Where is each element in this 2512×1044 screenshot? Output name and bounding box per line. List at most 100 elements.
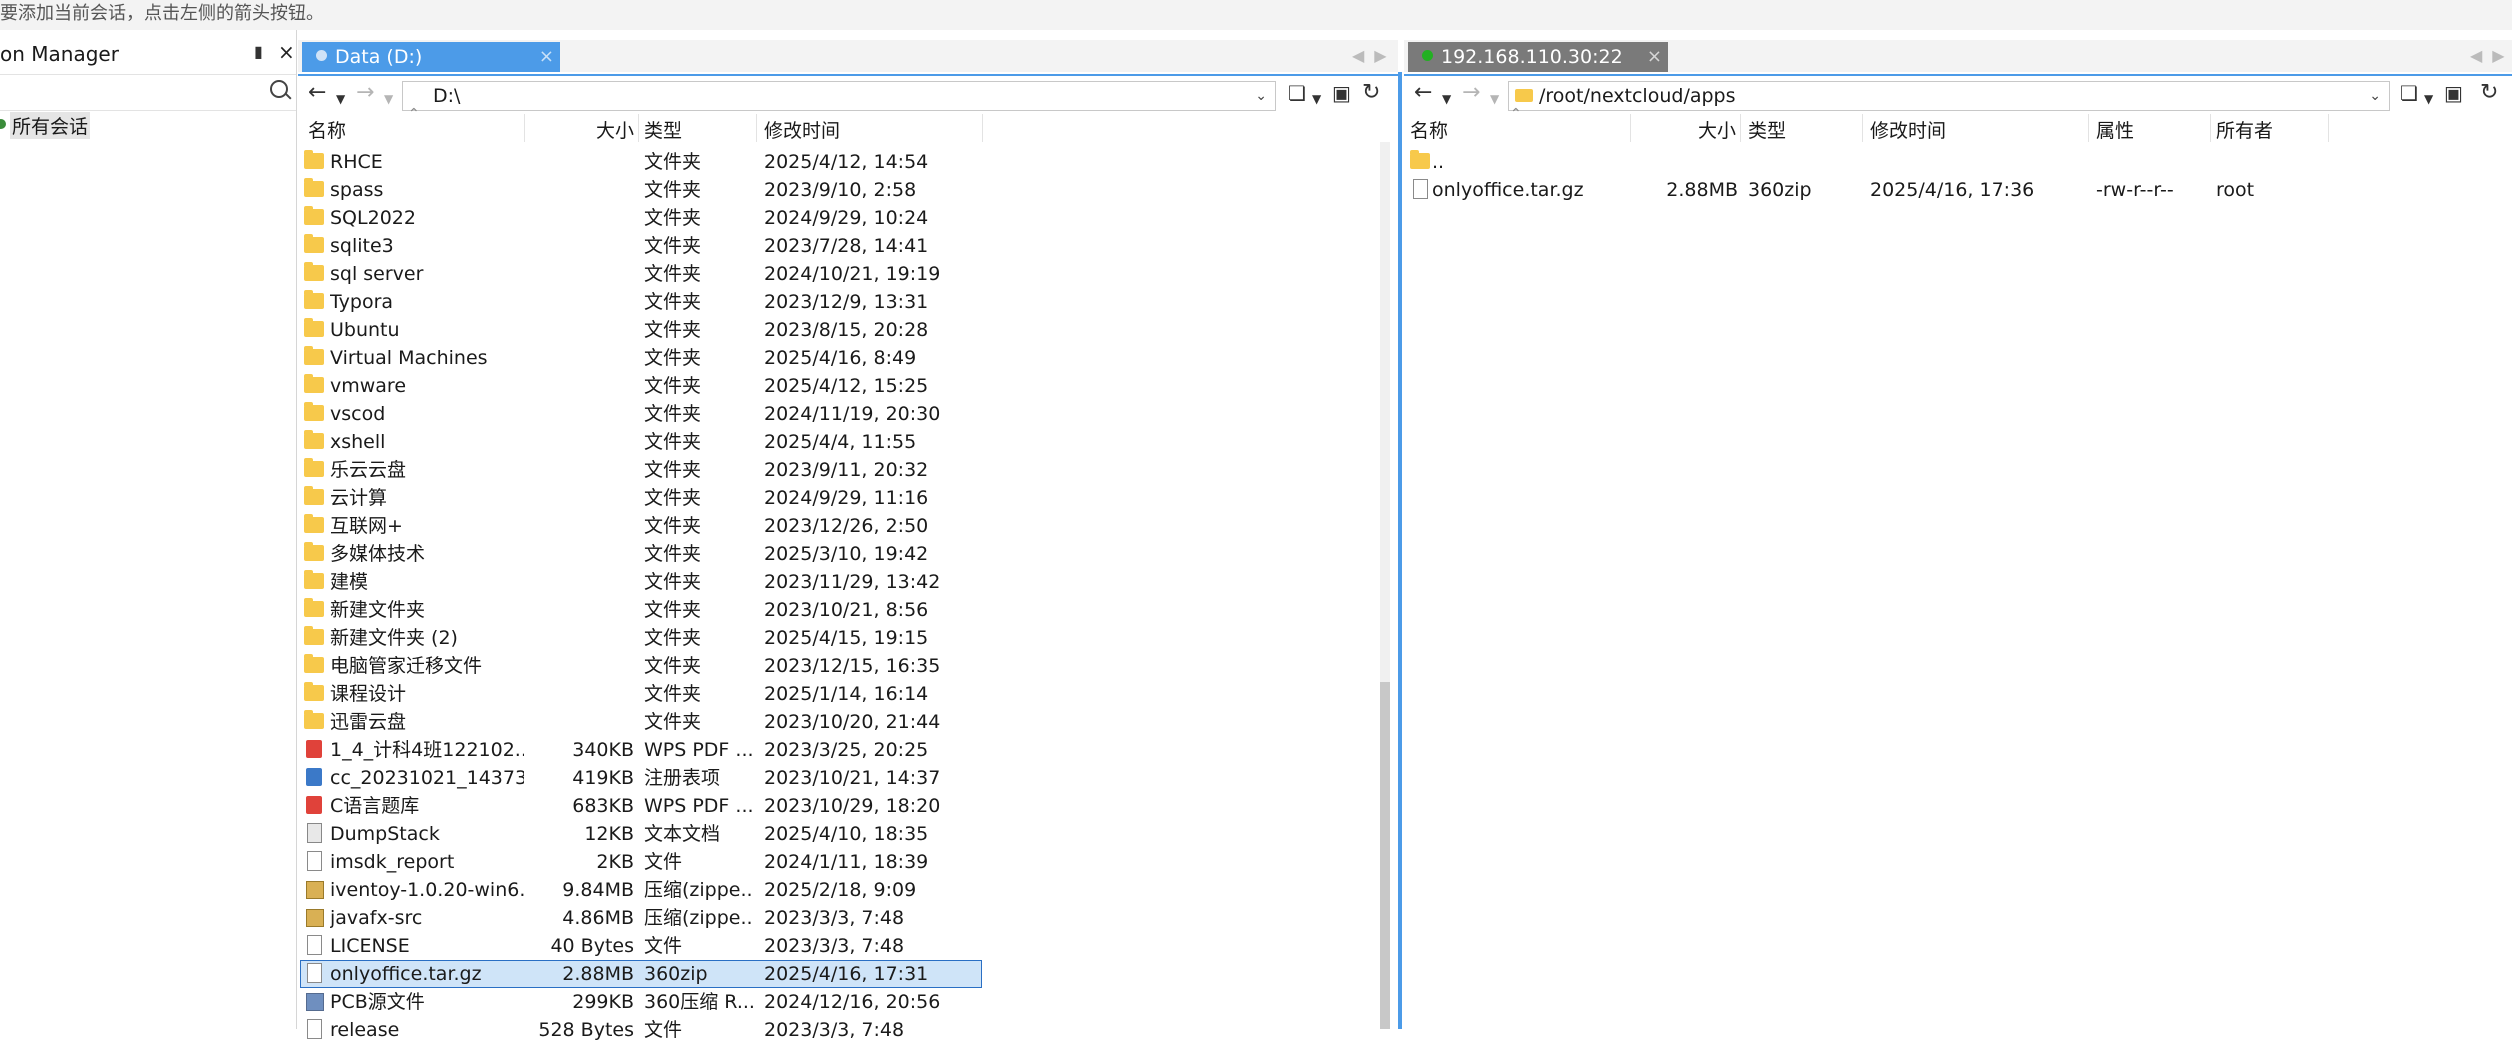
tab-close-icon[interactable]: × [1647, 42, 1662, 72]
new-folder-icon[interactable]: ▣ [2444, 80, 2463, 106]
col-separator[interactable] [2328, 114, 2329, 142]
back-history-dropdown-icon[interactable]: ▼ [1442, 86, 1451, 112]
file-row[interactable]: Ubuntu 文件夹 2023/8/15, 20:28 [298, 316, 1398, 344]
path-dropdown-icon[interactable]: ⌄ [1255, 82, 1267, 110]
forward-arrow-icon[interactable]: → [356, 80, 374, 106]
file-row[interactable]: 课程设计 文件夹 2025/1/14, 16:14 [298, 680, 1398, 708]
file-row[interactable]: Virtual Machines 文件夹 2025/4/16, 8:49 [298, 344, 1398, 372]
col-size[interactable]: 大小 [596, 116, 634, 143]
zip-icon [306, 881, 324, 899]
file-type: 文件 [644, 935, 683, 957]
file-row[interactable]: LICENSE 40 Bytes 文件 2023/3/3, 7:48 [298, 932, 1398, 960]
file-row[interactable]: vmware 文件夹 2025/4/12, 15:25 [298, 372, 1398, 400]
file-modified: 2023/8/15, 20:28 [764, 319, 929, 341]
file-row[interactable]: onlyoffice.tar.gz 2.88MB 360zip 2025/4/16, … [298, 960, 1398, 988]
file-row[interactable]: iventoy-1.0.20-win6... 9.84MB 压缩(zippe... 2… [298, 876, 1398, 904]
file-row[interactable]: .. [1404, 148, 2512, 176]
col-type[interactable]: 类型 [644, 116, 682, 143]
session-search-row[interactable] [0, 76, 296, 111]
local-scroll-thumb[interactable] [1380, 682, 1390, 1029]
col-separator[interactable] [2210, 114, 2211, 142]
file-row[interactable]: vscod 文件夹 2024/11/19, 20:30 [298, 400, 1398, 428]
bookmark-icon[interactable]: ❏ [2400, 80, 2418, 106]
tree-item-all-sessions[interactable]: 所有会话 [10, 112, 91, 139]
col-name[interactable]: 名称 [308, 116, 346, 143]
file-modified: 2024/1/11, 18:39 [764, 851, 929, 873]
file-row[interactable]: Typora 文件夹 2023/12/9, 13:31 [298, 288, 1398, 316]
local-scrollbar[interactable] [1380, 142, 1390, 1029]
file-row[interactable]: 新建文件夹 文件夹 2023/10/21, 8:56 [298, 596, 1398, 624]
file-row[interactable]: 云计算 文件夹 2024/9/29, 11:16 [298, 484, 1398, 512]
tab-remote-session[interactable]: 192.168.110.30:22 × [1408, 42, 1668, 72]
file-row[interactable]: onlyoffice.tar.gz 2.88MB 360zip 2025/4/16, … [1404, 176, 2512, 204]
back-arrow-icon[interactable]: ← [1414, 80, 1432, 106]
local-toolbar: ← ▼ → ▼ D:\ ⌄ ❏ ▼ ▣ ↻ [298, 74, 1398, 115]
col-size[interactable]: 大小 [1698, 116, 1736, 143]
file-name: .. [1432, 151, 1445, 173]
local-path-input[interactable]: D:\ ⌄ [402, 81, 1276, 111]
file-name: SQL2022 [330, 207, 416, 229]
file-row[interactable]: 互联网+ 文件夹 2023/12/26, 2:50 [298, 512, 1398, 540]
file-row[interactable]: sqlite3 文件夹 2023/7/28, 14:41 [298, 232, 1398, 260]
file-row[interactable]: PCB源文件 299KB 360压缩 R... 2024/12/16, 20:56 [298, 988, 1398, 1016]
col-modified[interactable]: 修改时间 [1870, 116, 1946, 143]
col-name[interactable]: 名称 [1410, 116, 1448, 143]
file-row[interactable]: cc_20231021_143734 419KB 注册表项 2023/10/21, 1… [298, 764, 1398, 792]
file-type: 文件夹 [644, 179, 702, 201]
pane-divider[interactable] [1398, 72, 1402, 1029]
col-separator[interactable] [638, 114, 639, 142]
file-row[interactable]: javafx-src 4.86MB 压缩(zippe... 2023/3/3, 7:4… [298, 904, 1398, 932]
file-row[interactable]: 电脑管家迁移文件 文件夹 2023/12/15, 16:35 [298, 652, 1398, 680]
file-row[interactable]: sql server 文件夹 2024/10/21, 19:19 [298, 260, 1398, 288]
col-separator[interactable] [2088, 114, 2089, 142]
remote-path-input[interactable]: /root/nextcloud/apps ⌄ [1508, 81, 2390, 111]
col-attributes[interactable]: 属性 [2096, 116, 2134, 143]
file-row[interactable]: SQL2022 文件夹 2024/9/29, 10:24 [298, 204, 1398, 232]
tab-local-drive[interactable]: Data (D:) × [302, 42, 560, 72]
file-row[interactable]: imsdk_report 2KB 文件 2024/1/11, 18:39 [298, 848, 1398, 876]
forward-arrow-icon[interactable]: → [1462, 80, 1480, 106]
bookmark-dropdown-icon[interactable]: ▼ [2424, 86, 2433, 112]
path-dropdown-icon[interactable]: ⌄ [2369, 82, 2381, 110]
tab-close-icon[interactable]: × [539, 42, 554, 72]
bookmark-dropdown-icon[interactable]: ▼ [1312, 86, 1321, 112]
file-row[interactable]: DumpStack 12KB 文本文档 2025/4/10, 18:35 [298, 820, 1398, 848]
file-row[interactable]: 乐云云盘 文件夹 2023/9/11, 20:32 [298, 456, 1398, 484]
col-separator[interactable] [524, 114, 525, 142]
file-icon [307, 1019, 322, 1039]
forward-history-dropdown-icon[interactable]: ▼ [1490, 86, 1499, 112]
col-modified[interactable]: 修改时间 [764, 116, 840, 143]
file-row[interactable]: 新建文件夹 (2) 文件夹 2025/4/15, 19:15 [298, 624, 1398, 652]
search-icon[interactable] [270, 80, 288, 98]
refresh-icon[interactable]: ↻ [2480, 80, 2498, 106]
file-row[interactable]: 1_4_计科4班122102... 340KB WPS PDF ... 2023/3/… [298, 736, 1398, 764]
col-separator[interactable] [982, 114, 983, 142]
tab-scroll-arrows-icon[interactable]: ◀▶ [1352, 46, 1397, 65]
col-type[interactable]: 类型 [1748, 116, 1786, 143]
file-size: 683KB [572, 795, 634, 817]
bookmark-icon[interactable]: ❏ [1288, 80, 1306, 106]
file-row[interactable]: xshell 文件夹 2025/4/4, 11:55 [298, 428, 1398, 456]
col-separator[interactable] [756, 114, 757, 142]
file-size: 340KB [572, 739, 634, 761]
file-row[interactable]: C语言题库 683KB WPS PDF ... 2023/10/29, 18:20 [298, 792, 1398, 820]
close-icon[interactable]: × [278, 40, 295, 64]
col-separator[interactable] [1740, 114, 1741, 142]
file-modified: 2023/9/11, 20:32 [764, 459, 929, 481]
file-row[interactable]: 建模 文件夹 2023/11/29, 13:42 [298, 568, 1398, 596]
back-history-dropdown-icon[interactable]: ▼ [336, 86, 345, 112]
file-row[interactable]: release 528 Bytes 文件 2023/3/3, 7:48 [298, 1016, 1398, 1044]
pin-icon[interactable]: ▮ [254, 42, 263, 61]
col-separator[interactable] [1862, 114, 1863, 142]
new-folder-icon[interactable]: ▣ [1332, 80, 1351, 106]
refresh-icon[interactable]: ↻ [1362, 80, 1380, 106]
col-owner[interactable]: 所有者 [2216, 116, 2273, 143]
file-row[interactable]: 多媒体技术 文件夹 2025/3/10, 19:42 [298, 540, 1398, 568]
file-row[interactable]: RHCE 文件夹 2025/4/12, 14:54 [298, 148, 1398, 176]
forward-history-dropdown-icon[interactable]: ▼ [384, 86, 393, 112]
col-separator[interactable] [1630, 114, 1631, 142]
tab-scroll-arrows-icon[interactable]: ◀▶ [2470, 46, 2512, 65]
file-row[interactable]: spass 文件夹 2023/9/10, 2:58 [298, 176, 1398, 204]
file-row[interactable]: 迅雷云盘 文件夹 2023/10/20, 21:44 [298, 708, 1398, 736]
back-arrow-icon[interactable]: ← [308, 80, 326, 106]
